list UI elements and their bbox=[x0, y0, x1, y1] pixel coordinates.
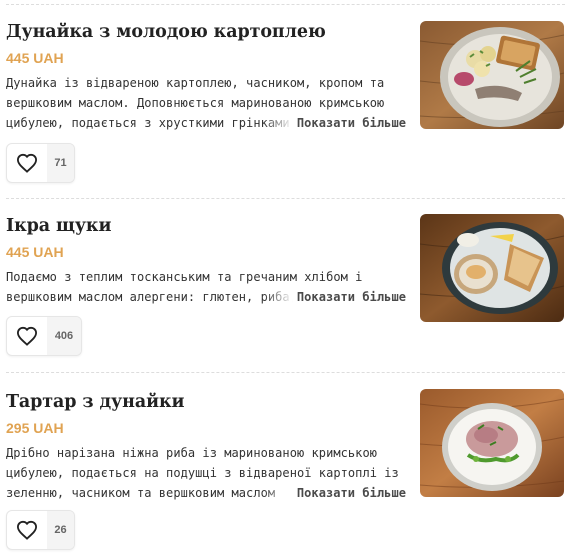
show-more-link[interactable]: Показати більше bbox=[262, 483, 406, 503]
top-divider bbox=[6, 4, 565, 5]
item-description: Подаємо з теплим тосканським та гречаним… bbox=[6, 267, 406, 307]
like-count: 406 bbox=[47, 317, 81, 355]
item-title[interactable]: Дунайка з молодою картоплею bbox=[6, 22, 326, 42]
item-title[interactable]: Тартар з дунайки bbox=[6, 392, 184, 412]
item-photo[interactable] bbox=[420, 214, 564, 322]
item-price: 445 UAH bbox=[6, 244, 64, 260]
heart-icon bbox=[7, 144, 47, 182]
show-more-link[interactable]: Показати більше bbox=[262, 287, 406, 307]
item-photo[interactable] bbox=[420, 21, 564, 129]
item-divider bbox=[6, 198, 565, 199]
like-button[interactable]: 26 bbox=[6, 510, 75, 550]
like-count: 71 bbox=[47, 144, 74, 182]
item-price: 445 UAH bbox=[6, 50, 64, 66]
item-price: 295 UAH bbox=[6, 420, 64, 436]
menu-item: Ікра щуки 445 UAH Подаємо з теплим тоска… bbox=[0, 214, 583, 376]
menu-item: Дунайка з молодою картоплею 445 UAH Дуна… bbox=[0, 21, 583, 183]
item-title[interactable]: Ікра щуки bbox=[6, 216, 111, 236]
heart-icon bbox=[7, 511, 47, 549]
item-description: Дрібно нарізана ніжна риба із мариновано… bbox=[6, 443, 406, 503]
like-button[interactable]: 406 bbox=[6, 316, 82, 356]
menu-item: Тартар з дунайки 295 UAH Дрібно нарізана… bbox=[0, 389, 583, 552]
show-more-link[interactable]: Показати більше bbox=[262, 113, 406, 133]
item-photo[interactable] bbox=[420, 389, 564, 497]
like-button[interactable]: 71 bbox=[6, 143, 75, 183]
item-description: Дунайка із відвареною картоплею, часнико… bbox=[6, 73, 406, 133]
item-divider bbox=[6, 372, 565, 373]
like-count: 26 bbox=[47, 511, 74, 549]
heart-icon bbox=[7, 317, 47, 355]
